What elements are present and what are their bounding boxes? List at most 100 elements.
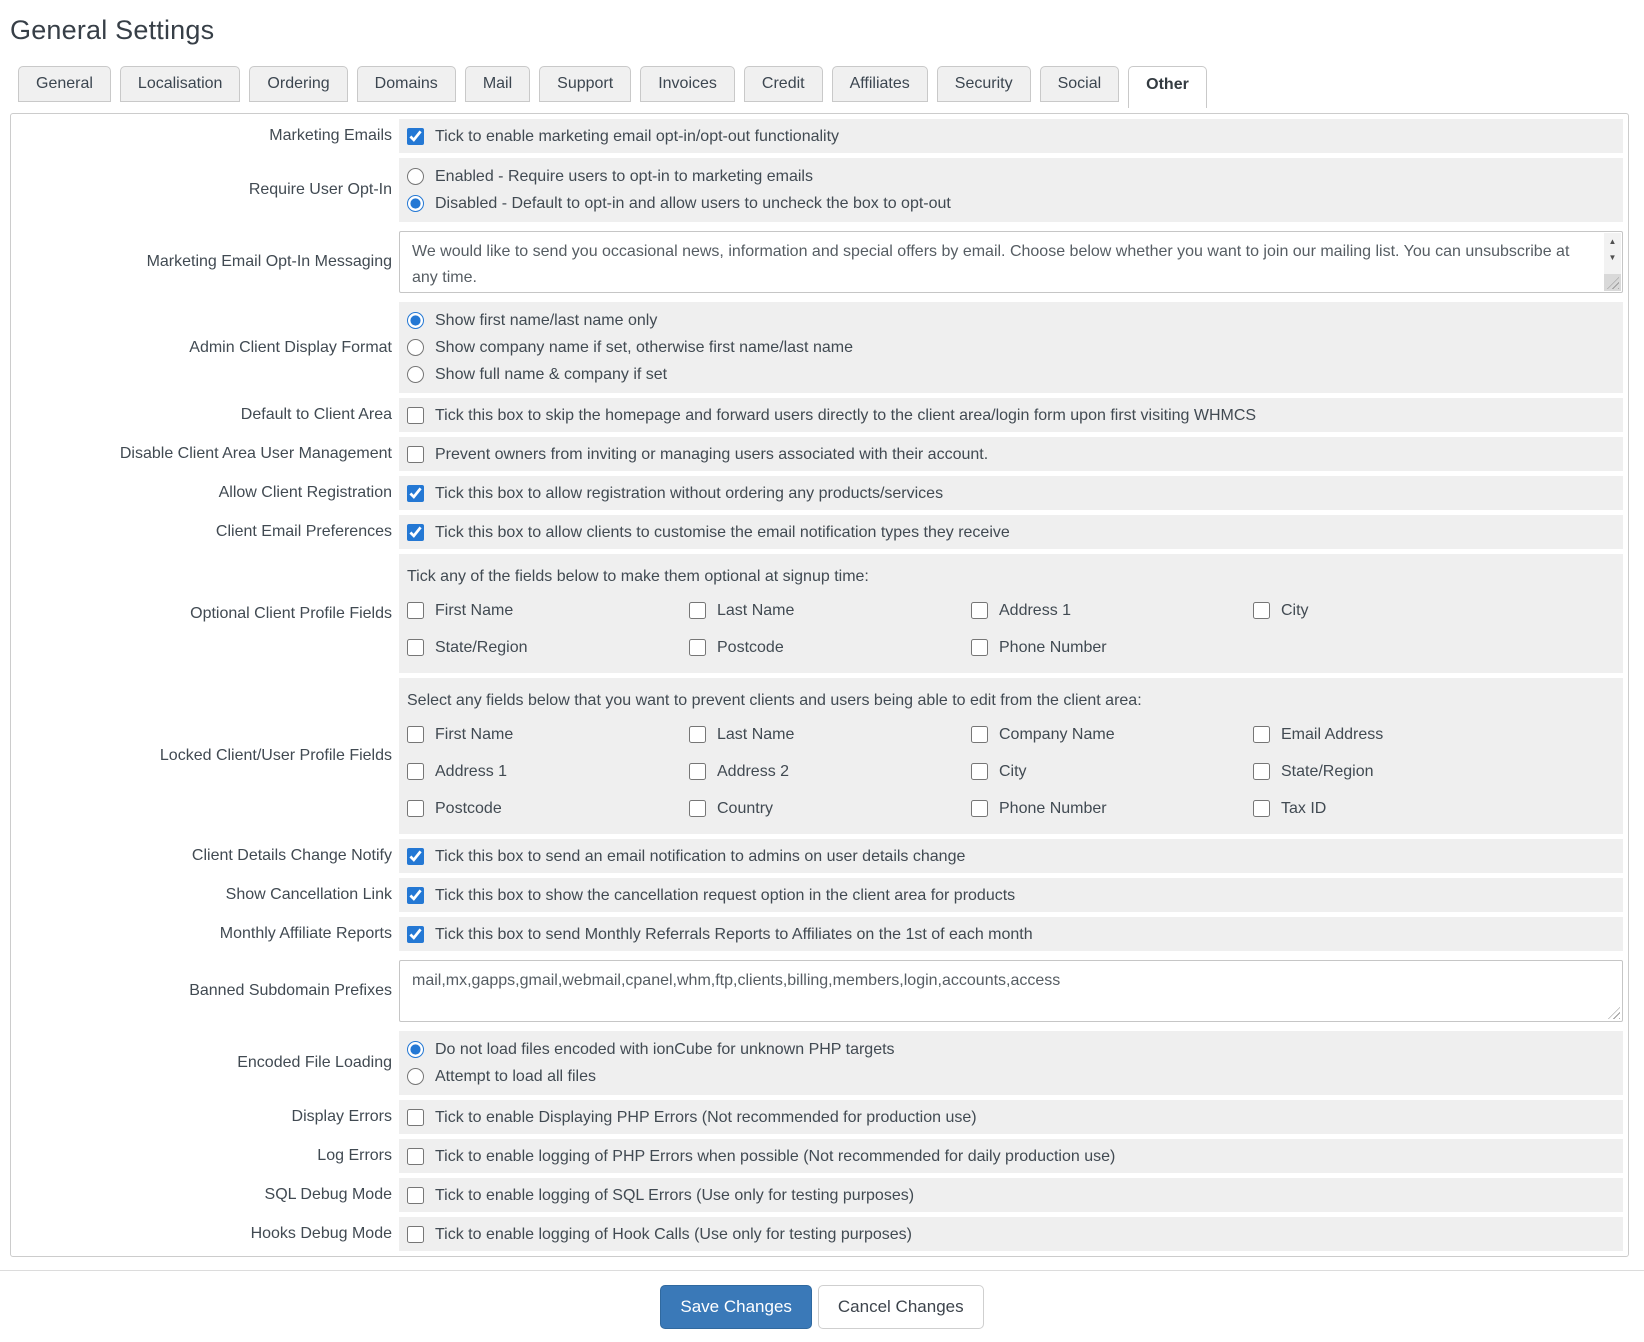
optional-client-profile-fields-field-label: Optional Client Profile Fields — [16, 554, 392, 673]
tab-general[interactable]: General — [18, 66, 111, 102]
locked-client-user-profile-fields-postcode-checkbox[interactable] — [407, 800, 424, 817]
scrollbar-track[interactable] — [1604, 265, 1621, 274]
marketing-email-opt-in-messaging-textarea[interactable]: We would like to send you occasional new… — [399, 231, 1623, 293]
default-to-client-area-label: Tick this box to skip the homepage and f… — [435, 402, 1256, 429]
client-details-change-notify-option: Tick this box to send an email notificat… — [407, 843, 965, 870]
optional-client-profile-fields-postcode-label: Postcode — [717, 634, 784, 661]
settings-row-disable-client-area-user-management: Disable Client Area User ManagementPreve… — [16, 437, 1623, 471]
locked-client-user-profile-fields-state-region-checkbox[interactable] — [1253, 763, 1270, 780]
tab-ordering[interactable]: Ordering — [249, 66, 347, 102]
locked-client-user-profile-fields-address-1-option: Address 1 — [407, 758, 689, 785]
encoded-file-loading-1-radio[interactable] — [407, 1068, 424, 1085]
scroll-down-icon[interactable]: ▼ — [1604, 249, 1621, 265]
locked-client-user-profile-fields-city-checkbox[interactable] — [971, 763, 988, 780]
tab-other[interactable]: Other — [1128, 66, 1207, 108]
resize-grip-icon[interactable] — [1608, 1007, 1620, 1019]
optional-client-profile-fields-last-name-checkbox[interactable] — [689, 602, 706, 619]
locked-client-user-profile-fields-country-checkbox[interactable] — [689, 800, 706, 817]
locked-client-user-profile-fields-tax-id-checkbox[interactable] — [1253, 800, 1270, 817]
allow-client-registration-checkbox[interactable] — [407, 485, 424, 502]
locked-client-user-profile-fields-tax-id-option: Tax ID — [1253, 795, 1613, 822]
require-user-opt-in-1-radio[interactable] — [407, 195, 424, 212]
tab-invoices[interactable]: Invoices — [640, 66, 735, 102]
locked-client-user-profile-fields-phone-number-checkbox[interactable] — [971, 800, 988, 817]
log-errors-field-value: Tick to enable logging of PHP Errors whe… — [399, 1139, 1623, 1173]
marketing-emails-checkbox[interactable] — [407, 128, 424, 145]
tab-credit[interactable]: Credit — [744, 66, 823, 102]
default-to-client-area-field-label: Default to Client Area — [16, 398, 392, 432]
allow-client-registration-field-value: Tick this box to allow registration with… — [399, 476, 1623, 510]
banned-subdomain-prefixes-field-value: mail,mx,gapps,gmail,webmail,cpanel,whm,f… — [399, 956, 1623, 1026]
save-changes-button[interactable]: Save Changes — [660, 1285, 812, 1329]
settings-row-show-cancellation-link: Show Cancellation LinkTick this box to s… — [16, 878, 1623, 912]
locked-client-user-profile-fields-last-name-label: Last Name — [717, 721, 794, 748]
admin-client-display-format-2-label: Show full name & company if set — [435, 361, 667, 388]
settings-row-monthly-affiliate-reports: Monthly Affiliate ReportsTick this box t… — [16, 917, 1623, 951]
optional-client-profile-fields-first-name-label: First Name — [435, 597, 513, 624]
admin-client-display-format-0-label: Show first name/last name only — [435, 307, 657, 334]
optional-client-profile-fields-city-option: City — [1253, 597, 1613, 624]
general-settings-page: General Settings GeneralLocalisationOrde… — [0, 0, 1644, 1257]
default-to-client-area-checkbox[interactable] — [407, 407, 424, 424]
log-errors-checkbox[interactable] — [407, 1148, 424, 1165]
locked-client-user-profile-fields-email-address-checkbox[interactable] — [1253, 726, 1270, 743]
banned-subdomain-prefixes-textarea[interactable]: mail,mx,gapps,gmail,webmail,cpanel,whm,f… — [399, 960, 1623, 1022]
settings-tab-bar: GeneralLocalisationOrdering DomainsMailSu… — [18, 66, 1629, 108]
optional-client-profile-fields-phone-number-option: Phone Number — [971, 634, 1253, 661]
require-user-opt-in-0-radio[interactable] — [407, 168, 424, 185]
monthly-affiliate-reports-checkbox[interactable] — [407, 926, 424, 943]
client-email-preferences-option: Tick this box to allow clients to custom… — [407, 519, 1010, 546]
tab-social[interactable]: Social — [1040, 66, 1120, 102]
settings-row-encoded-file-loading: Encoded File LoadingDo not load files en… — [16, 1031, 1623, 1095]
resize-grip-icon[interactable] — [1604, 274, 1621, 291]
tab-security[interactable]: Security — [937, 66, 1031, 102]
log-errors-field-label: Log Errors — [16, 1139, 392, 1173]
optional-client-profile-fields-postcode-checkbox[interactable] — [689, 639, 706, 656]
locked-client-user-profile-fields-country-label: Country — [717, 795, 773, 822]
client-details-change-notify-label: Tick this box to send an email notificat… — [435, 843, 965, 870]
optional-client-profile-fields-address-1-label: Address 1 — [999, 597, 1071, 624]
marketing-emails-option: Tick to enable marketing email opt-in/op… — [407, 123, 839, 150]
hooks-debug-mode-checkbox[interactable] — [407, 1226, 424, 1243]
optional-client-profile-fields-address-1-option: Address 1 — [971, 597, 1253, 624]
tab-mail[interactable]: Mail — [465, 66, 530, 102]
optional-client-profile-fields-phone-number-checkbox[interactable] — [971, 639, 988, 656]
optional-client-profile-fields-address-1-checkbox[interactable] — [971, 602, 988, 619]
tab-affiliates[interactable]: Affiliates — [832, 66, 928, 102]
display-errors-checkbox[interactable] — [407, 1109, 424, 1126]
sql-debug-mode-checkbox[interactable] — [407, 1187, 424, 1204]
optional-client-profile-fields-city-checkbox[interactable] — [1253, 602, 1270, 619]
settings-row-admin-client-display-format: Admin Client Display FormatShow first na… — [16, 302, 1623, 393]
locked-client-user-profile-fields-address-1-checkbox[interactable] — [407, 763, 424, 780]
locked-client-user-profile-fields-tax-id-label: Tax ID — [1281, 795, 1326, 822]
cancel-changes-button[interactable]: Cancel Changes — [818, 1285, 984, 1329]
optional-client-profile-fields-phone-number-label: Phone Number — [999, 634, 1107, 661]
locked-client-user-profile-fields-company-name-option: Company Name — [971, 721, 1253, 748]
optional-client-profile-fields-intro-text: Tick any of the fields below to make the… — [407, 563, 1613, 590]
tab-localisation[interactable]: Localisation — [120, 66, 241, 102]
require-user-opt-in-0-label: Enabled - Require users to opt-in to mar… — [435, 163, 813, 190]
locked-client-user-profile-fields-city-option: City — [971, 758, 1253, 785]
hooks-debug-mode-field-value: Tick to enable logging of Hook Calls (Us… — [399, 1217, 1623, 1251]
admin-client-display-format-1-radio[interactable] — [407, 339, 424, 356]
marketing-email-opt-in-messaging-field-value: We would like to send you occasional new… — [399, 227, 1623, 297]
marketing-email-opt-in-messaging-scrollbar[interactable]: ▲▼ — [1604, 233, 1621, 291]
admin-client-display-format-0-radio[interactable] — [407, 312, 424, 329]
encoded-file-loading-0-radio[interactable] — [407, 1041, 424, 1058]
locked-client-user-profile-fields-address-2-checkbox[interactable] — [689, 763, 706, 780]
admin-client-display-format-2-radio[interactable] — [407, 366, 424, 383]
tab-domains[interactable]: Domains — [357, 66, 456, 102]
encoded-file-loading-1-label: Attempt to load all files — [435, 1063, 596, 1090]
locked-client-user-profile-fields-company-name-checkbox[interactable] — [971, 726, 988, 743]
optional-client-profile-fields-state-region-checkbox[interactable] — [407, 639, 424, 656]
tab-support[interactable]: Support — [539, 66, 631, 102]
client-details-change-notify-checkbox[interactable] — [407, 848, 424, 865]
client-email-preferences-checkbox[interactable] — [407, 524, 424, 541]
show-cancellation-link-checkbox[interactable] — [407, 887, 424, 904]
locked-client-user-profile-fields-last-name-checkbox[interactable] — [689, 726, 706, 743]
locked-client-user-profile-fields-first-name-checkbox[interactable] — [407, 726, 424, 743]
disable-client-area-user-management-checkbox[interactable] — [407, 446, 424, 463]
optional-client-profile-fields-checkbox-grid: First NameLast NameAddress 1CityState/Re… — [407, 597, 1613, 661]
optional-client-profile-fields-first-name-checkbox[interactable] — [407, 602, 424, 619]
scroll-up-icon[interactable]: ▲ — [1604, 233, 1621, 249]
